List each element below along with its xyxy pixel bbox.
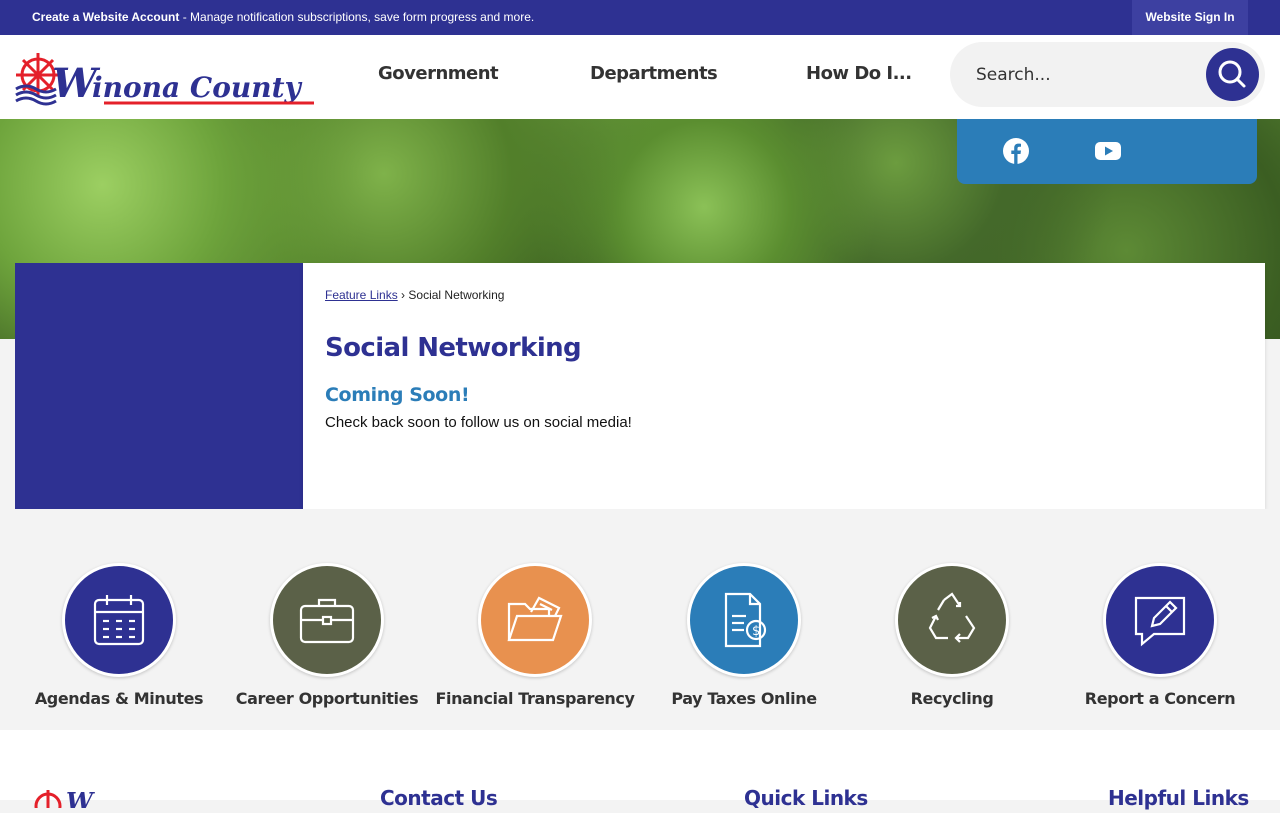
facebook-icon[interactable] — [1002, 137, 1030, 165]
page-title: Social Networking — [325, 333, 582, 363]
breadcrumb-current: Social Networking — [408, 288, 505, 302]
recycle-icon — [928, 592, 976, 643]
top-bar: Create a Website Account - Manage notifi… — [0, 0, 1280, 35]
create-account-link[interactable]: Create a Website Account — [32, 10, 179, 24]
quick-link-recycling[interactable]: Recycling — [852, 563, 1052, 708]
bill-icon: $ — [724, 592, 767, 648]
account-description: - Manage notification subscriptions, sav… — [179, 10, 535, 24]
breadcrumb-feature-links[interactable]: Feature Links — [325, 288, 398, 302]
report-icon — [1134, 596, 1186, 647]
svg-text:$: $ — [752, 624, 760, 639]
svg-text:inona County: inona County — [92, 71, 303, 104]
nav-how-do-i[interactable]: How Do I... — [806, 63, 912, 84]
social-media-bar — [957, 119, 1257, 184]
site-footer: W Contact Us Quick Links Helpful Links — [0, 730, 1280, 813]
footer-helpful-links[interactable]: Helpful Links — [1108, 786, 1249, 810]
footer-logo: W — [30, 787, 120, 813]
page-body-text: Check back soon to follow us on social m… — [325, 414, 632, 431]
page-subtitle: Coming Soon! — [325, 384, 470, 406]
quick-link-label: Agendas & Minutes — [34, 689, 204, 708]
briefcase-icon — [299, 598, 355, 644]
quick-link-careers[interactable]: Career Opportunities — [227, 563, 427, 708]
account-banner: Create a Website Account - Manage notifi… — [32, 10, 534, 24]
youtube-icon[interactable] — [1094, 137, 1122, 165]
calendar-icon — [93, 595, 145, 646]
quick-link-label: Recycling — [910, 689, 994, 708]
main-content: Feature Links › Social Networking Social… — [303, 263, 1265, 509]
quick-link-label: Career Opportunities — [235, 689, 419, 708]
breadcrumb: Feature Links › Social Networking — [325, 288, 504, 302]
nav-government[interactable]: Government — [378, 63, 499, 84]
site-header: W inona County Government Departments Ho… — [0, 35, 1280, 119]
financial-circle — [478, 563, 592, 677]
folder-icon — [507, 596, 563, 642]
search-box — [950, 42, 1265, 107]
pay-taxes-circle: $ — [687, 563, 801, 677]
side-panel — [15, 263, 303, 509]
quick-link-label: Pay Taxes Online — [671, 689, 817, 708]
recycling-circle — [895, 563, 1009, 677]
website-sign-in-button[interactable]: Website Sign In — [1132, 0, 1248, 35]
report-concern-circle — [1103, 563, 1217, 677]
quick-link-report-concern[interactable]: Report a Concern — [1060, 563, 1260, 708]
quick-link-pay-taxes[interactable]: $ Pay Taxes Online — [644, 563, 844, 708]
svg-text:W: W — [66, 788, 95, 808]
search-input[interactable] — [974, 60, 1198, 90]
search-button[interactable] — [1206, 48, 1259, 101]
agendas-circle — [62, 563, 176, 677]
careers-circle — [270, 563, 384, 677]
footer-contact-us[interactable]: Contact Us — [380, 786, 498, 810]
quick-link-financial[interactable]: Financial Transparency — [435, 563, 635, 708]
nav-departments[interactable]: Departments — [590, 63, 718, 84]
breadcrumb-separator: › — [401, 288, 406, 302]
quick-links-section: Agendas & Minutes Career Opportunities F… — [0, 509, 1280, 730]
footer-quick-links[interactable]: Quick Links — [744, 786, 868, 810]
winona-county-logo[interactable]: W inona County — [14, 47, 319, 107]
quick-link-agendas[interactable]: Agendas & Minutes — [19, 563, 219, 708]
search-icon — [1218, 60, 1246, 88]
quick-link-label: Financial Transparency — [435, 689, 635, 708]
quick-link-label: Report a Concern — [1084, 689, 1236, 708]
